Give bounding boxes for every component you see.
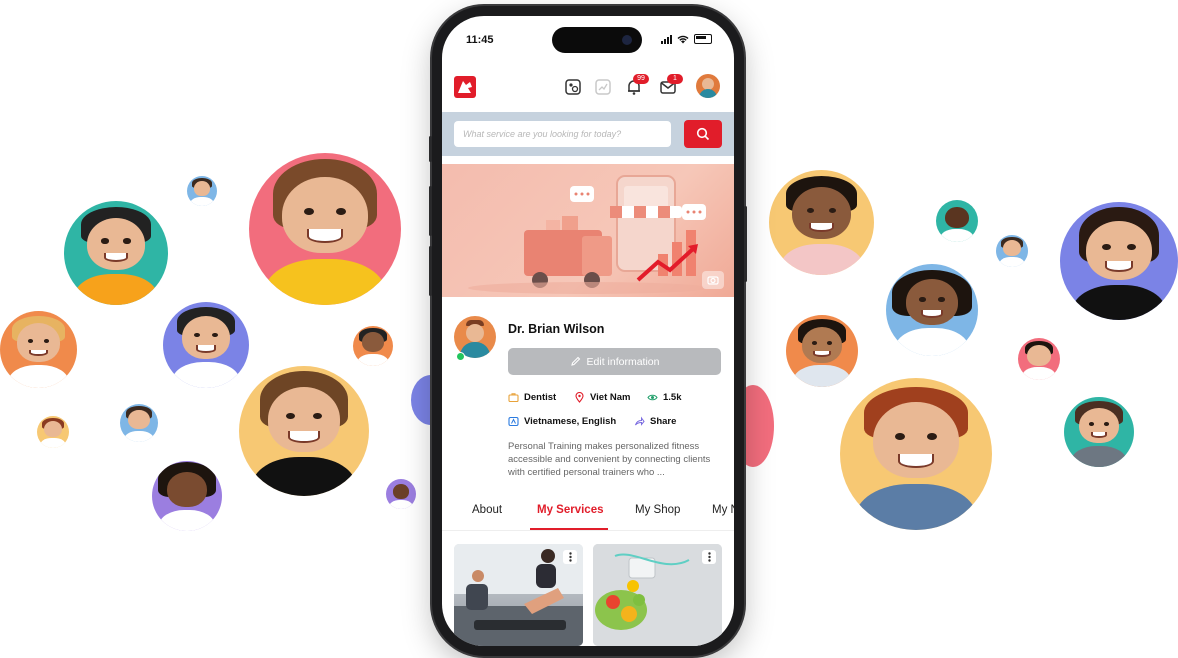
service-card[interactable] bbox=[593, 544, 722, 646]
profession: Dentist bbox=[508, 392, 556, 403]
battery-icon bbox=[694, 34, 712, 44]
avatar-bubble bbox=[786, 315, 858, 387]
bell-icon[interactable]: 99 bbox=[625, 74, 649, 96]
avatar-bubble bbox=[120, 404, 158, 442]
camera-button[interactable] bbox=[702, 271, 724, 289]
avatar-bubble bbox=[0, 311, 77, 388]
search-input[interactable] bbox=[454, 121, 671, 147]
active-tab-indicator bbox=[530, 528, 608, 530]
share-button[interactable]: Share bbox=[634, 416, 676, 427]
tab-my-more[interactable]: My N bbox=[712, 504, 734, 516]
avatar-bubble bbox=[1060, 202, 1178, 320]
wifi-icon bbox=[677, 35, 689, 43]
scan-icon[interactable] bbox=[564, 78, 582, 96]
avatar[interactable] bbox=[696, 74, 720, 98]
phone-button bbox=[429, 186, 432, 236]
camera-icon bbox=[707, 276, 719, 285]
phone-button bbox=[429, 246, 432, 296]
profile-name: Dr. Brian Wilson bbox=[508, 322, 605, 336]
tab-my-shop[interactable]: My Shop bbox=[635, 504, 680, 516]
eye-icon bbox=[647, 394, 658, 401]
avatar-bubble bbox=[152, 461, 222, 531]
avatar-bubble bbox=[64, 201, 168, 305]
phone-screen: 11:45 99 1 What service are you looking … bbox=[442, 16, 734, 646]
avatar-bubble bbox=[936, 200, 978, 242]
avatar-bubble bbox=[187, 176, 217, 206]
avatar-bubble bbox=[37, 416, 69, 448]
avatar-bubble bbox=[353, 326, 393, 366]
app-header: 99 1 bbox=[442, 66, 734, 106]
pin-icon bbox=[575, 392, 584, 403]
language-icon bbox=[508, 416, 519, 427]
phone-button bbox=[744, 206, 747, 282]
service-card[interactable] bbox=[454, 544, 583, 646]
avatar-bubble bbox=[239, 366, 369, 496]
online-indicator bbox=[456, 352, 465, 361]
more-icon[interactable] bbox=[702, 550, 716, 564]
view-count: 1.5k bbox=[647, 392, 682, 403]
avatar-bubble bbox=[1018, 338, 1060, 380]
avatar-bubble bbox=[386, 479, 416, 509]
cover-image bbox=[442, 164, 734, 297]
dynamic-island bbox=[552, 27, 642, 53]
chart-icon[interactable] bbox=[594, 78, 612, 96]
avatar-bubble bbox=[886, 264, 978, 356]
phone-frame: 11:45 99 1 What service are you looking … bbox=[429, 6, 747, 656]
message-badge: 1 bbox=[667, 74, 683, 84]
tab-about[interactable]: About bbox=[472, 504, 502, 516]
avatar-bubble bbox=[163, 302, 249, 388]
profile-tabs: About My Services My Shop My N bbox=[442, 498, 734, 531]
search-icon bbox=[696, 127, 710, 141]
signal-icon bbox=[661, 34, 672, 44]
delivery-illustration bbox=[468, 175, 708, 294]
languages: Vietnamese, English bbox=[508, 416, 616, 427]
edit-label: Edit information bbox=[586, 355, 660, 368]
avatar-bubble bbox=[996, 235, 1028, 267]
phone-button bbox=[429, 136, 432, 162]
profile-bio: Personal Training makes personalized fit… bbox=[508, 441, 711, 478]
share-icon bbox=[635, 416, 645, 426]
avatar-bubble bbox=[769, 170, 874, 275]
status-time: 11:45 bbox=[466, 34, 494, 46]
briefcase-icon bbox=[508, 393, 519, 403]
edit-information-button[interactable]: Edit information bbox=[508, 348, 721, 375]
location: Viet Nam bbox=[574, 392, 630, 403]
tab-my-services[interactable]: My Services bbox=[537, 504, 604, 516]
avatar-bubble bbox=[840, 378, 992, 530]
avatar-bubble bbox=[249, 153, 401, 305]
pencil-icon bbox=[570, 356, 580, 366]
avatar-bubble bbox=[1064, 397, 1134, 467]
search-button[interactable] bbox=[684, 120, 722, 148]
mail-icon[interactable]: 1 bbox=[659, 74, 683, 96]
search-bar bbox=[442, 112, 734, 156]
notification-badge: 99 bbox=[633, 74, 649, 84]
more-icon[interactable] bbox=[563, 550, 577, 564]
logo-icon[interactable] bbox=[454, 76, 476, 98]
